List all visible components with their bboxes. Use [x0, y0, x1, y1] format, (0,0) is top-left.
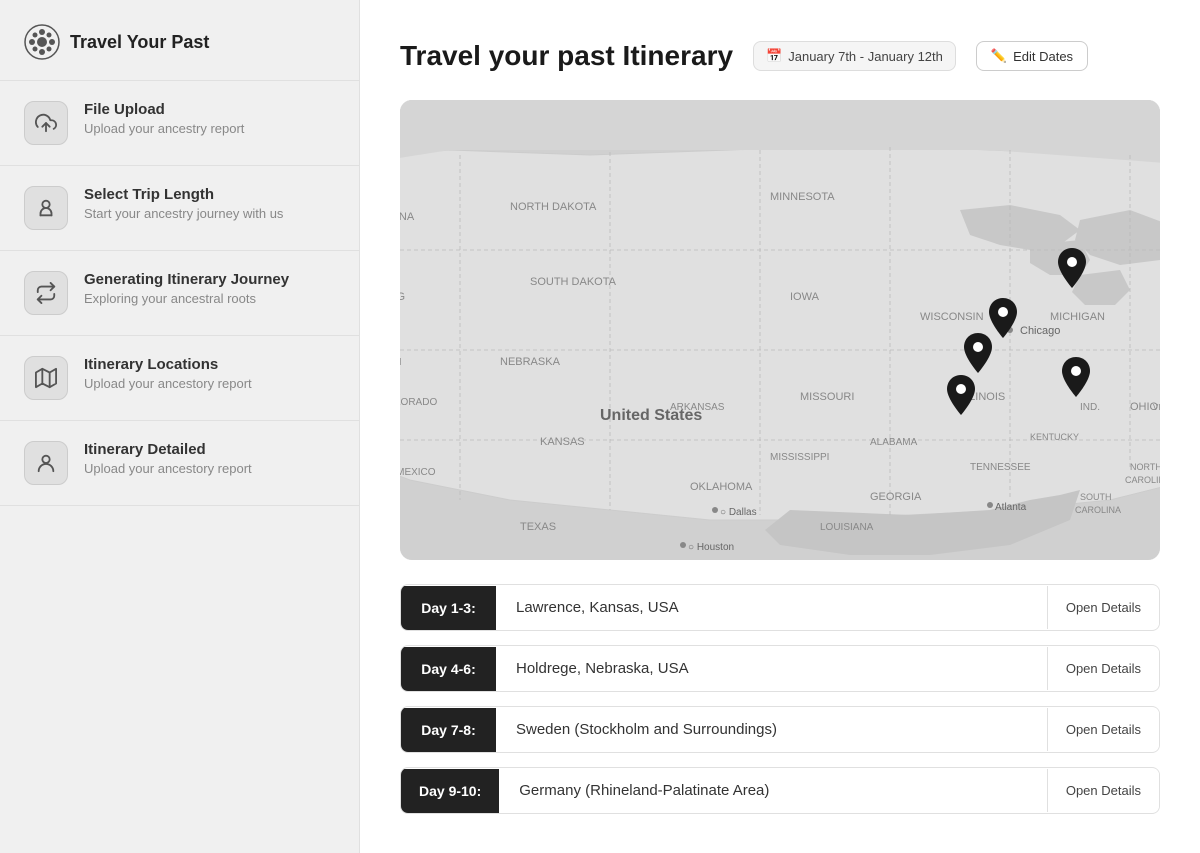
svg-text:NEW MEXICO: NEW MEXICO [400, 467, 436, 478]
sidebar: Travel Your Past File Upload Upload your… [0, 0, 360, 853]
svg-text:MINNESOTA: MINNESOTA [770, 191, 835, 203]
calendar-icon: 📅 [766, 48, 782, 64]
open-details-button-3[interactable]: Open Details [1047, 769, 1159, 812]
step-subtitle-itinerary-detailed: Upload your ancestory report [84, 461, 252, 476]
svg-text:Chicago: Chicago [1020, 325, 1060, 337]
itinerary-row: Day 1-3: Lawrence, Kansas, USA Open Deta… [400, 584, 1160, 631]
svg-text:GEORGIA: GEORGIA [870, 491, 922, 503]
svg-text:MISSISSIPPI: MISSISSIPPI [770, 452, 829, 463]
step-subtitle-select-trip-length: Start your ancestry journey with us [84, 206, 283, 221]
svg-text:IOWA: IOWA [790, 291, 820, 303]
sidebar-step-select-trip-length[interactable]: Select Trip Length Start your ancestry j… [0, 166, 359, 251]
step-subtitle-file-upload: Upload your ancestry report [84, 121, 244, 136]
step-title-itinerary-detailed: Itinerary Detailed [84, 441, 252, 458]
steps-list: File Upload Upload your ancestry report … [0, 81, 359, 506]
day-badge-0: Day 1-3: [401, 586, 496, 630]
page-title: Travel your past Itinerary [400, 40, 733, 72]
location-label-1: Holdrege, Nebraska, USA [496, 646, 1047, 691]
svg-text:MONTANA: MONTANA [400, 211, 415, 223]
edit-icon: ✏️ [991, 48, 1007, 64]
step-icon-itinerary-detailed [24, 441, 68, 485]
itinerary-row: Day 4-6: Holdrege, Nebraska, USA Open De… [400, 645, 1160, 692]
open-details-button-2[interactable]: Open Details [1047, 708, 1159, 751]
svg-text:Atlanta: Atlanta [995, 502, 1027, 513]
step-title-generating-itinerary: Generating Itinerary Journey [84, 271, 289, 288]
sidebar-step-generating-itinerary[interactable]: Generating Itinerary Journey Exploring y… [0, 251, 359, 336]
svg-text:NEBRASKA: NEBRASKA [500, 356, 561, 368]
step-title-select-trip-length: Select Trip Length [84, 186, 283, 203]
open-details-button-1[interactable]: Open Details [1047, 647, 1159, 690]
svg-text:MISSOURI: MISSOURI [800, 391, 854, 403]
svg-text:WYOMING: WYOMING [400, 291, 405, 303]
svg-text:○ Houston: ○ Houston [688, 542, 734, 553]
step-icon-itinerary-locations [24, 356, 68, 400]
svg-text:MICHIGAN: MICHIGAN [1050, 311, 1105, 323]
svg-text:SOUTH: SOUTH [1080, 492, 1112, 502]
svg-text:NORTH DAKOTA: NORTH DAKOTA [510, 201, 597, 213]
app-logo: Travel Your Past [0, 0, 359, 81]
svg-text:KANSAS: KANSAS [540, 436, 585, 448]
svg-text:COLORADO: COLORADO [400, 397, 437, 408]
step-title-file-upload: File Upload [84, 101, 244, 118]
svg-text:TENNESSEE: TENNESSEE [970, 462, 1031, 473]
open-details-button-0[interactable]: Open Details [1047, 586, 1159, 629]
sidebar-step-itinerary-locations[interactable]: Itinerary Locations Upload your ancestor… [0, 336, 359, 421]
edit-dates-button[interactable]: ✏️ Edit Dates [976, 41, 1088, 71]
date-range-text: January 7th - January 12th [788, 49, 943, 64]
svg-text:NORTH: NORTH [1130, 462, 1160, 472]
step-title-itinerary-locations: Itinerary Locations [84, 356, 252, 373]
itinerary-row: Day 9-10: Germany (Rhineland-Palatinate … [400, 767, 1160, 814]
step-subtitle-generating-itinerary: Exploring your ancestral roots [84, 291, 289, 306]
svg-text:CAROLINA: CAROLINA [1075, 505, 1121, 515]
svg-text:UTAH: UTAH [400, 357, 401, 368]
sidebar-step-itinerary-detailed[interactable]: Itinerary Detailed Upload your ancestory… [0, 421, 359, 506]
svg-text:IND.: IND. [1080, 402, 1100, 413]
page-header: Travel your past Itinerary 📅 January 7th… [400, 40, 1160, 72]
location-label-2: Sweden (Stockholm and Surroundings) [496, 707, 1047, 752]
svg-text:OKLAHOMA: OKLAHOMA [690, 481, 753, 493]
date-badge: 📅 January 7th - January 12th [753, 41, 956, 71]
svg-text:ALABAMA: ALABAMA [870, 437, 918, 448]
sidebar-step-file-upload[interactable]: File Upload Upload your ancestry report [0, 81, 359, 166]
map-svg: MONTANA WYOMING NORTH DAKOTA SOUTH DAKOT… [400, 100, 1160, 560]
svg-text:VIRGINIA: VIRGINIA [1153, 403, 1160, 412]
step-icon-generating-itinerary [24, 271, 68, 315]
svg-text:○ Dallas: ○ Dallas [720, 507, 757, 518]
day-badge-2: Day 7-8: [401, 708, 496, 752]
svg-text:LOUISIANA: LOUISIANA [820, 522, 874, 533]
location-label-0: Lawrence, Kansas, USA [496, 585, 1047, 630]
svg-text:CAROLINA: CAROLINA [1125, 475, 1160, 485]
svg-text:TEXAS: TEXAS [520, 521, 556, 533]
svg-text:KENTUCKY: KENTUCKY [1030, 432, 1079, 442]
itinerary-row: Day 7-8: Sweden (Stockholm and Surroundi… [400, 706, 1160, 753]
itinerary-list: Day 1-3: Lawrence, Kansas, USA Open Deta… [400, 584, 1160, 814]
step-icon-select-trip-length [24, 186, 68, 230]
main-content: Travel your past Itinerary 📅 January 7th… [360, 0, 1200, 853]
logo-icon [24, 24, 60, 60]
day-badge-1: Day 4-6: [401, 647, 496, 691]
svg-text:WISCONSIN: WISCONSIN [920, 311, 984, 323]
svg-text:United States: United States [600, 407, 702, 424]
location-label-3: Germany (Rhineland-Palatinate Area) [499, 768, 1047, 813]
edit-dates-label: Edit Dates [1013, 49, 1073, 64]
step-icon-file-upload [24, 101, 68, 145]
map-container: MONTANA WYOMING NORTH DAKOTA SOUTH DAKOT… [400, 100, 1160, 560]
step-subtitle-itinerary-locations: Upload your ancestory report [84, 376, 252, 391]
svg-text:SOUTH DAKOTA: SOUTH DAKOTA [530, 276, 617, 288]
day-badge-3: Day 9-10: [401, 769, 499, 813]
app-title: Travel Your Past [70, 32, 209, 53]
